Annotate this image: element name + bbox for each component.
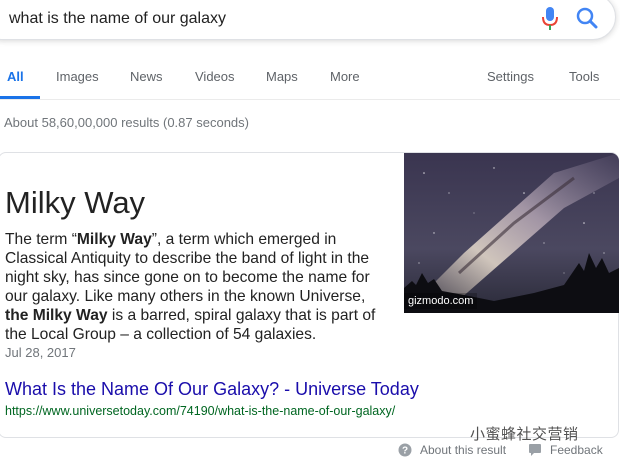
snippet-date: Jul 28, 2017 bbox=[5, 345, 76, 360]
milky-way-image[interactable] bbox=[404, 153, 619, 313]
feedback-link[interactable]: Feedback bbox=[550, 443, 603, 457]
snippet-text: The term “ bbox=[5, 231, 77, 248]
snippet-highlight: the Milky Way bbox=[5, 306, 108, 324]
svg-text:?: ? bbox=[402, 446, 408, 457]
snippet-highlight: Milky Way bbox=[76, 231, 152, 248]
microphone-icon[interactable] bbox=[541, 6, 559, 32]
search-tabs: All Images News Videos Maps More Setting… bbox=[0, 40, 620, 100]
featured-title: Milky Way bbox=[5, 185, 146, 220]
result-url[interactable]: https://www.universetoday.com/74190/what… bbox=[5, 404, 395, 418]
tab-images[interactable]: Images bbox=[56, 69, 99, 84]
watermark: 小蜜蜂社交营销 bbox=[470, 426, 579, 443]
tab-more[interactable]: More bbox=[330, 69, 360, 84]
tab-all[interactable]: All bbox=[7, 69, 24, 84]
search-icon[interactable] bbox=[576, 7, 598, 29]
tab-news[interactable]: News bbox=[130, 69, 163, 84]
search-bar bbox=[0, 0, 616, 40]
results-stats: About 58,60,00,000 results (0.87 seconds… bbox=[4, 115, 249, 130]
tab-videos[interactable]: Videos bbox=[195, 69, 235, 84]
active-tab-indicator bbox=[0, 96, 40, 99]
tab-settings[interactable]: Settings bbox=[487, 69, 534, 84]
tab-maps[interactable]: Maps bbox=[266, 69, 298, 84]
image-credit: gizmodo.com bbox=[404, 293, 478, 309]
search-input[interactable] bbox=[9, 0, 509, 39]
result-title-link[interactable]: What Is the Name Of Our Galaxy? - Univer… bbox=[5, 379, 419, 400]
feedback-icon[interactable] bbox=[528, 443, 542, 457]
tab-tools[interactable]: Tools bbox=[569, 69, 599, 84]
about-this-result-link[interactable]: About this result bbox=[420, 443, 506, 457]
help-icon[interactable]: ? bbox=[398, 443, 412, 457]
featured-snippet-text: The term “Milky Way”, a term which emerg… bbox=[5, 231, 390, 344]
featured-snippet-card: Milky Way The term “Milky Way”, a term w… bbox=[0, 152, 619, 438]
